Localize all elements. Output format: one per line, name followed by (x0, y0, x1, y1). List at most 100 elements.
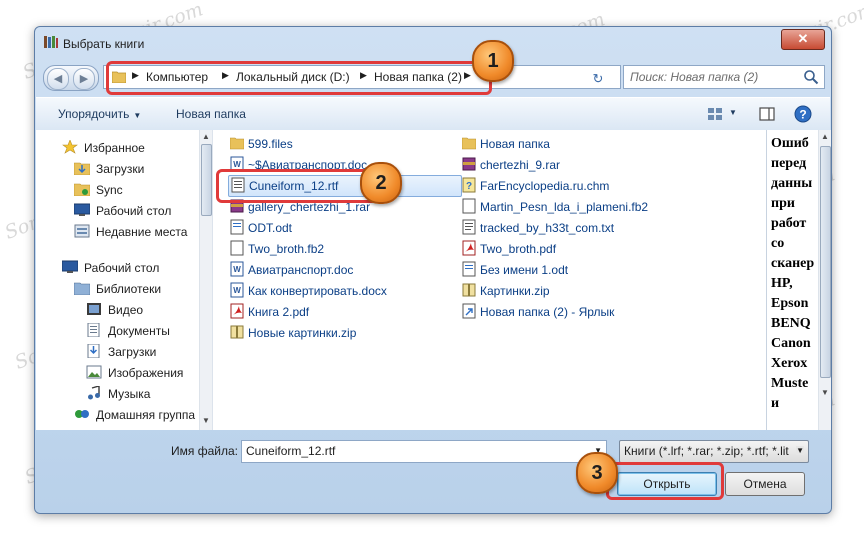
nav-label: Музыка (108, 387, 151, 401)
file-item[interactable]: Картинки.zip (462, 281, 550, 301)
nav-label: Рабочий стол (84, 261, 160, 275)
nav-label: Sync (96, 183, 123, 197)
file-item[interactable]: ? FarEncyclopedia.ru.chm (462, 176, 609, 196)
forward-button[interactable]: ▶ (73, 68, 95, 90)
search-placeholder: Поиск: Новая папка (2) (630, 70, 759, 84)
preview-pane: Ошиб перед данны при работ со сканер HP,… (766, 130, 831, 430)
file-name: Без имени 1.odt (480, 263, 569, 277)
title-bar[interactable]: Выбрать книги ✕ (35, 27, 831, 55)
nav-label: Загрузки (96, 162, 145, 176)
folder-icon (230, 137, 244, 150)
pdf-icon (462, 240, 476, 256)
file-name: chertezhi_9.rar (480, 158, 561, 172)
nav-homegroup[interactable]: Домашняя группа (74, 407, 195, 422)
nav-libraries[interactable]: Библиотеки (74, 281, 161, 296)
file-name: Как конвертировать.docx (248, 284, 387, 298)
text-document-icon (462, 219, 476, 235)
rar-archive-icon (462, 157, 476, 171)
scroll-thumb[interactable] (820, 146, 831, 378)
back-button[interactable]: ◀ (47, 68, 69, 90)
nav-library-downloads[interactable]: Загрузки (86, 344, 156, 359)
file-item[interactable]: Новые картинки.zip (230, 323, 356, 343)
preview-scrollbar[interactable]: ▲ ▼ (818, 130, 831, 430)
file-type-value: Книги (*.lrf; *.rar; *.zip; *.rtf; *.lit (624, 444, 789, 458)
file-item[interactable]: chertezhi_9.rar (462, 155, 560, 175)
scroll-down-icon[interactable]: ▼ (821, 388, 829, 397)
file-item[interactable]: W Авиатранспорт.doc (230, 260, 353, 280)
chevron-down-icon[interactable]: ▼ (729, 108, 737, 117)
file-item[interactable]: Новая папка (462, 134, 550, 154)
nav-label: Изображения (108, 366, 184, 380)
file-name: Новые картинки.zip (248, 326, 357, 340)
blank-document-icon (230, 240, 244, 256)
file-item[interactable]: Книга 2.pdf (230, 302, 309, 322)
file-name: Новая папка (480, 137, 550, 151)
preview-text-line: перед (771, 156, 807, 171)
nav-label: Документы (108, 324, 170, 338)
file-item[interactable]: Новая папка (2) - Ярлык (462, 302, 614, 322)
preview-text-line: Canon (771, 336, 811, 351)
nav-desktop-root[interactable]: Рабочий стол (62, 260, 159, 275)
scroll-down-icon[interactable]: ▼ (202, 416, 210, 425)
file-item[interactable]: 599.files (230, 134, 293, 154)
odt-document-icon (230, 219, 244, 235)
nav-pane-scrollbar[interactable]: ▲ ▼ (199, 130, 212, 430)
star-icon (62, 140, 78, 154)
nav-music[interactable]: Музыка (86, 386, 150, 401)
nav-downloads[interactable]: Загрузки (74, 161, 144, 176)
filename-label: Имя файла: (171, 444, 238, 458)
help-icon[interactable]: ? (794, 105, 812, 123)
sync-folder-icon (74, 183, 90, 196)
file-name: Two_broth.pdf (480, 242, 557, 256)
scroll-thumb[interactable] (201, 144, 212, 216)
nav-desktop[interactable]: Рабочий стол (74, 203, 171, 218)
file-type-select[interactable]: Книги (*.lrf; *.rar; *.zip; *.rtf; *.lit… (619, 440, 809, 463)
new-folder-button[interactable]: Новая папка (176, 107, 246, 121)
file-name: Картинки.zip (480, 284, 550, 298)
nav-images[interactable]: Изображения (86, 365, 183, 380)
nav-videos[interactable]: Видео (86, 302, 143, 317)
close-button[interactable]: ✕ (781, 29, 825, 50)
documents-icon (87, 323, 100, 337)
nav-recent-places[interactable]: Недавние места (74, 224, 187, 239)
nav-favorites[interactable]: Избранное (62, 140, 145, 155)
preview-text-line: Muste (771, 376, 809, 391)
file-item[interactable]: ODT.odt (230, 218, 292, 238)
nav-label: Рабочий стол (96, 204, 172, 218)
file-item[interactable]: Two_broth.fb2 (230, 239, 324, 259)
downloads-icon (87, 344, 100, 358)
word-document-icon: W (230, 282, 244, 298)
music-icon (88, 386, 100, 400)
nav-sync[interactable]: Sync (74, 182, 123, 197)
blank-document-icon (462, 198, 476, 214)
file-name: Martin_Pesn_lda_i_plameni.fb2 (480, 200, 649, 214)
preview-text-line: со (771, 236, 785, 251)
search-icon[interactable] (803, 69, 819, 85)
file-item[interactable]: Martin_Pesn_lda_i_plameni.fb2 (462, 197, 648, 217)
refresh-icon[interactable]: ↻ (588, 69, 608, 89)
scroll-up-icon[interactable]: ▲ (821, 132, 829, 141)
search-input[interactable]: Поиск: Новая папка (2) (623, 65, 825, 89)
open-file-dialog: Выбрать книги ✕ ◀ ▶ ▶ Компьютер ▶ Локаль… (34, 26, 832, 514)
folder-icon (462, 137, 476, 150)
preview-pane-icon[interactable] (758, 105, 776, 123)
file-item[interactable]: Two_broth.pdf (462, 239, 556, 259)
view-options-icon[interactable] (706, 105, 724, 123)
word-document-icon: W (230, 261, 244, 277)
preview-text-line: и (771, 396, 780, 411)
file-name: Книга 2.pdf (248, 305, 310, 319)
preview-text-line: Epson (771, 296, 809, 311)
cancel-button[interactable]: Отмена (725, 472, 805, 496)
filename-field[interactable]: Cuneiform_12.rtf ▼ (241, 440, 607, 463)
file-item[interactable]: Без имени 1.odt (462, 260, 568, 280)
file-item[interactable]: W Как конвертировать.docx (230, 281, 387, 301)
scroll-up-icon[interactable]: ▲ (202, 132, 210, 141)
organize-button[interactable]: Упорядочить ▼ (58, 107, 141, 121)
file-name: ODT.odt (248, 221, 293, 235)
nav-documents[interactable]: Документы (86, 323, 170, 338)
chevron-down-icon[interactable]: ▼ (796, 446, 804, 455)
svg-text:W: W (233, 265, 241, 274)
recent-places-icon (74, 224, 90, 238)
file-item[interactable]: tracked_by_h33t_com.txt (462, 218, 614, 238)
step-badge-1: 1 (472, 40, 514, 82)
